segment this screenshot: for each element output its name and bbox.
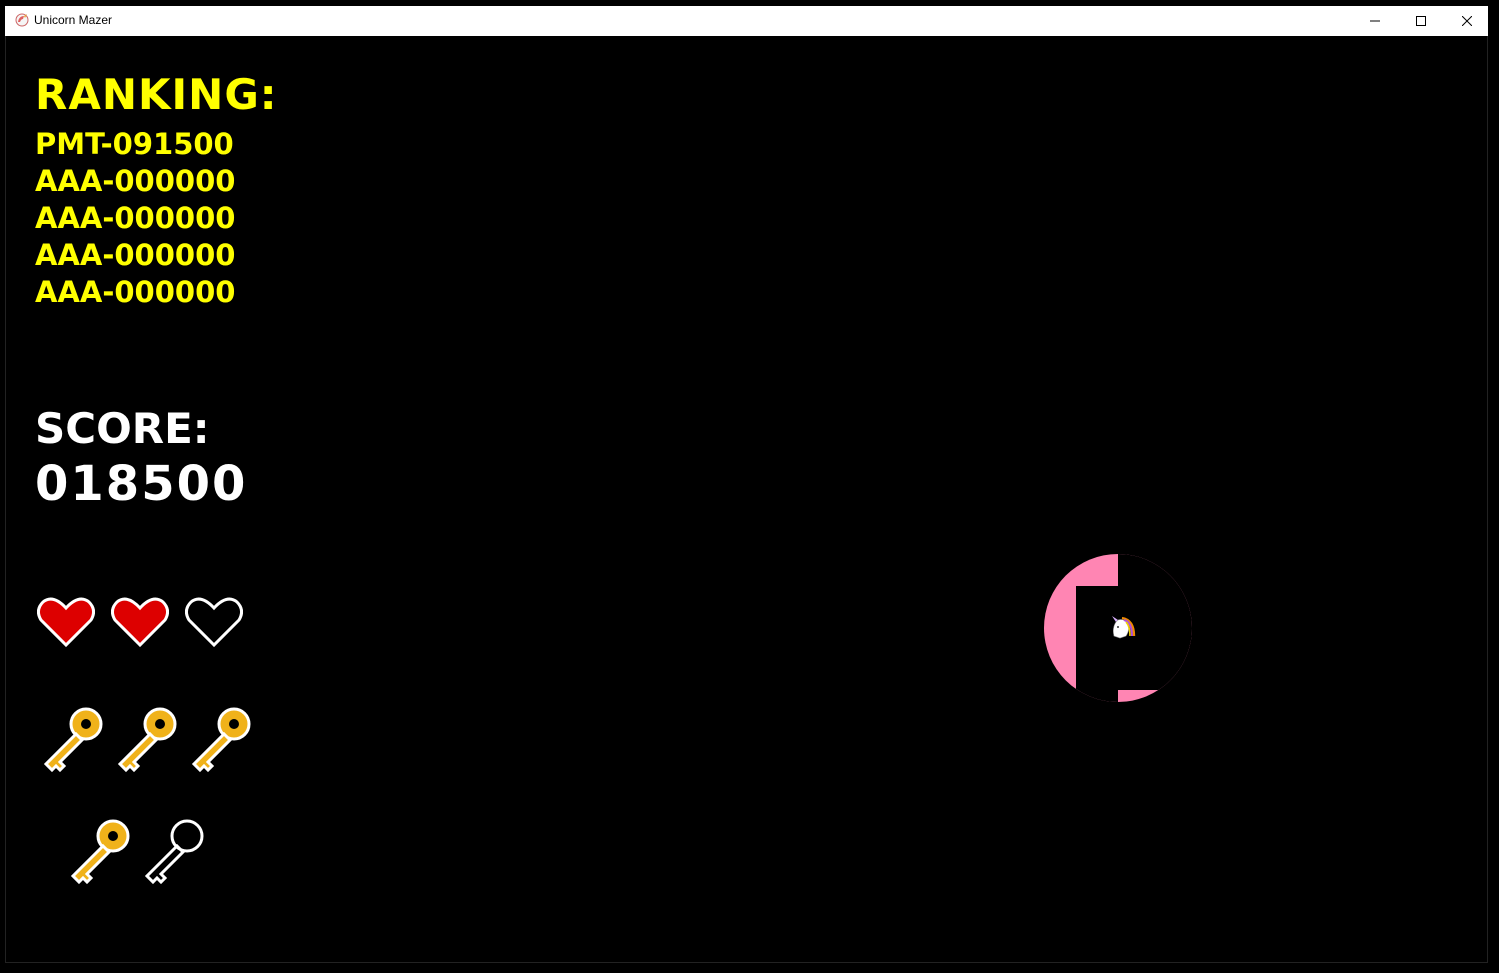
- ranking-entry: AAA-000000: [35, 275, 236, 309]
- heart-icon: [185, 597, 243, 648]
- key-icon: [43, 707, 103, 773]
- maximize-icon: [1416, 16, 1426, 26]
- heart-icon: [37, 597, 95, 648]
- maximize-button[interactable]: [1398, 6, 1444, 36]
- minimize-button[interactable]: [1352, 6, 1398, 36]
- key-icon: [117, 707, 177, 773]
- ranking-entry: AAA-000000: [35, 201, 236, 235]
- key-icon: [70, 819, 130, 885]
- score-value: 018500: [35, 456, 248, 512]
- ranking-entry: AAA-000000: [35, 164, 236, 198]
- ranking-entry: PMT-091500: [35, 127, 234, 161]
- title-bar[interactable]: Unicorn Mazer: [5, 6, 1488, 36]
- close-icon: [1462, 16, 1472, 26]
- ranking-list: PMT-091500 AAA-000000 AAA-000000 AAA-000…: [35, 128, 235, 313]
- key-icon: [144, 819, 204, 885]
- window-title: Unicorn Mazer: [34, 13, 113, 27]
- key-icon: [191, 707, 251, 773]
- score-label: SCORE:: [35, 404, 210, 453]
- ranking-title: RANKING:: [35, 70, 278, 119]
- player-light-viewport: [1044, 554, 1192, 702]
- heart-icon: [111, 597, 169, 648]
- minimize-icon: [1370, 20, 1380, 22]
- game-canvas[interactable]: RANKING: PMT-091500 AAA-000000 AAA-00000…: [5, 36, 1488, 963]
- ranking-entry: AAA-000000: [35, 238, 236, 272]
- unicorn-app-icon: [15, 13, 29, 27]
- game-window: Unicorn Mazer RANKING: PMT-091500 AAA-00…: [0, 0, 1499, 973]
- close-button[interactable]: [1444, 6, 1490, 36]
